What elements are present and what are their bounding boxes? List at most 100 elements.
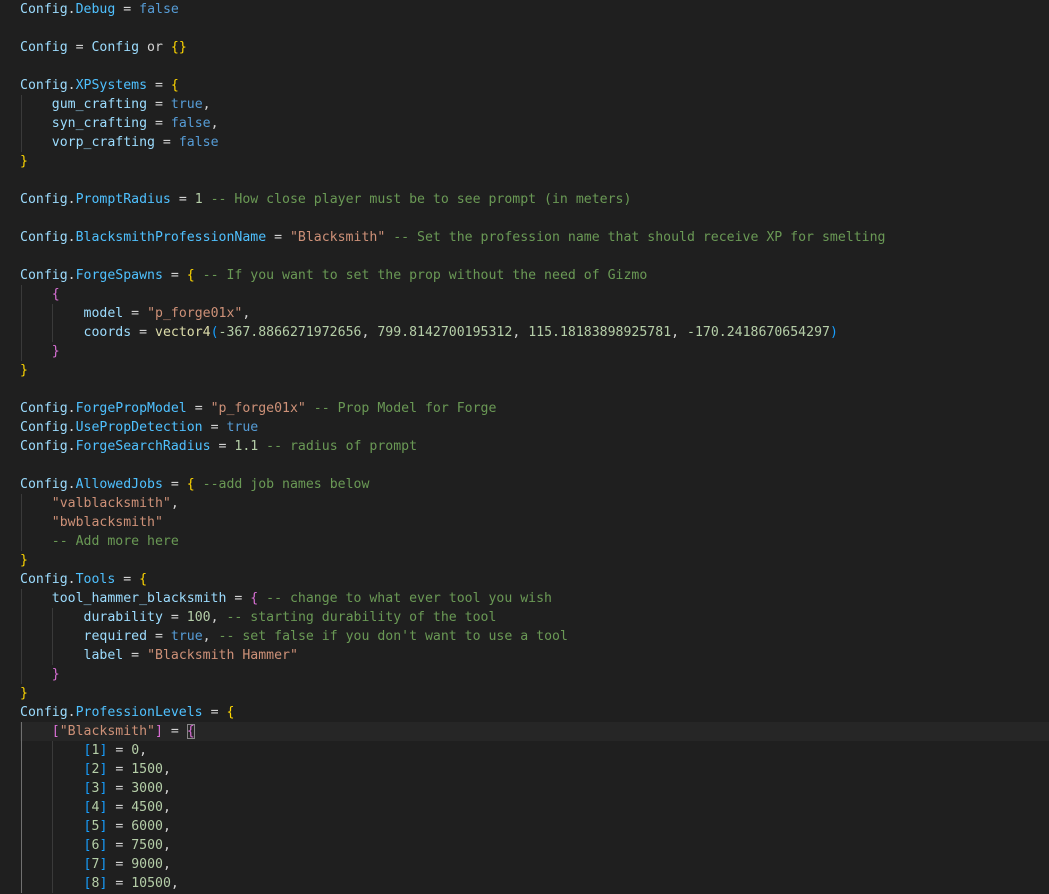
- indent-guide: [20, 836, 22, 855]
- code-line[interactable]: }: [20, 684, 1049, 703]
- code-token: .: [67, 230, 76, 245]
- code-token: ForgeSearchRadius: [75, 439, 211, 454]
- code-line[interactable]: }: [20, 152, 1049, 171]
- code-token: true: [170, 629, 203, 644]
- code-token: Config: [20, 705, 68, 720]
- code-token: ProfessionLevels: [75, 705, 203, 720]
- code-line[interactable]: [7] = 9000,: [20, 855, 1049, 874]
- code-line[interactable]: -- Add more here: [20, 532, 1049, 551]
- code-token: =: [154, 135, 179, 150]
- code-line[interactable]: Config.PromptRadius = 1 -- How close pla…: [20, 190, 1049, 209]
- code-token: =: [226, 591, 251, 606]
- indent-guide: [20, 95, 22, 114]
- code-token: "Blacksmith": [59, 724, 155, 739]
- indent-guide: [52, 855, 53, 874]
- code-area[interactable]: Config.Debug = false​Config = Config or …: [20, 0, 1049, 894]
- code-token: {: [170, 78, 179, 93]
- code-line[interactable]: gum_crafting = true,: [20, 95, 1049, 114]
- code-line[interactable]: [1] = 0,: [20, 741, 1049, 760]
- code-line[interactable]: required = true, -- set false if you don…: [20, 627, 1049, 646]
- code-token: Config: [20, 572, 68, 587]
- code-line[interactable]: Config.Debug = false: [20, 0, 1049, 19]
- code-token: Debug: [75, 2, 116, 17]
- code-line[interactable]: vorp_crafting = false: [20, 133, 1049, 152]
- code-token: =: [162, 610, 187, 625]
- code-line[interactable]: Config.Tools = {: [20, 570, 1049, 589]
- code-token: =: [147, 629, 171, 644]
- code-token: .: [67, 439, 76, 454]
- code-line[interactable]: label = "Blacksmith Hammer": [20, 646, 1049, 665]
- code-line[interactable]: ​: [20, 57, 1049, 76]
- code-token: Config: [20, 268, 68, 283]
- code-line[interactable]: Config.ForgePropModel = "p_forge01x" -- …: [20, 399, 1049, 418]
- code-token: ): [829, 325, 838, 340]
- code-token: =: [162, 268, 187, 283]
- indent-guide: [20, 304, 22, 323]
- code-line[interactable]: [8] = 10500,: [20, 874, 1049, 893]
- code-token: =: [115, 572, 140, 587]
- code-token: {: [139, 572, 148, 587]
- code-token: false: [170, 116, 211, 131]
- code-line[interactable]: [2] = 1500,: [20, 760, 1049, 779]
- code-token: ,: [162, 781, 171, 796]
- code-line[interactable]: Config.BlacksmithProfessionName = "Black…: [20, 228, 1049, 247]
- code-token: =: [107, 743, 132, 758]
- code-token: ,: [242, 306, 251, 321]
- code-line[interactable]: Config.AllowedJobs = { --add job names b…: [20, 475, 1049, 494]
- code-line[interactable]: }: [20, 551, 1049, 570]
- code-token: Config: [20, 230, 68, 245]
- code-token: XPSystems: [75, 78, 148, 93]
- code-token: =: [266, 230, 290, 245]
- code-line[interactable]: Config.UsePropDetection = true: [20, 418, 1049, 437]
- code-line[interactable]: ​: [20, 380, 1049, 399]
- code-token: Config: [20, 477, 68, 492]
- indentation: [20, 534, 52, 549]
- code-line[interactable]: Config.XPSystems = {: [20, 76, 1049, 95]
- code-line[interactable]: ​: [20, 171, 1049, 190]
- code-line[interactable]: Config = Config or {}: [20, 38, 1049, 57]
- code-token: BlacksmithProfessionName: [75, 230, 267, 245]
- code-line[interactable]: [5] = 6000,: [20, 817, 1049, 836]
- indentation: [20, 97, 52, 112]
- code-line[interactable]: [6] = 7500,: [20, 836, 1049, 855]
- code-token: =: [115, 2, 140, 17]
- code-token: 799.8142700195312: [377, 325, 513, 340]
- code-line[interactable]: {: [20, 285, 1049, 304]
- code-token: or: [139, 40, 171, 55]
- code-token: =: [123, 648, 148, 663]
- code-token: ,: [512, 325, 529, 340]
- code-line[interactable]: Config.ForgeSearchRadius = 1.1 -- radius…: [20, 437, 1049, 456]
- code-line[interactable]: "bwblacksmith": [20, 513, 1049, 532]
- code-line[interactable]: ​: [20, 19, 1049, 38]
- indent-guide: [52, 646, 53, 665]
- code-token: false: [178, 135, 219, 150]
- code-line[interactable]: [3] = 3000,: [20, 779, 1049, 798]
- code-line[interactable]: }: [20, 361, 1049, 380]
- code-line[interactable]: }: [20, 342, 1049, 361]
- code-line[interactable]: coords = vector4(-367.8866271972656, 799…: [20, 323, 1049, 342]
- code-token: =: [147, 78, 171, 93]
- code-token: -367.8866271972656: [218, 325, 362, 340]
- code-line[interactable]: ["Blacksmith"] = {: [20, 722, 1049, 741]
- code-line[interactable]: model = "p_forge01x",: [20, 304, 1049, 323]
- code-line[interactable]: [4] = 4500,: [20, 798, 1049, 817]
- code-token: }: [20, 363, 28, 378]
- code-token: Config: [91, 40, 140, 55]
- code-line[interactable]: ​: [20, 247, 1049, 266]
- code-line[interactable]: tool_hammer_blacksmith = { -- change to …: [20, 589, 1049, 608]
- code-token: =: [67, 40, 92, 55]
- code-token: true: [170, 97, 203, 112]
- code-token: =: [107, 781, 132, 796]
- code-token: {}: [170, 40, 187, 55]
- code-line[interactable]: syn_crafting = false,: [20, 114, 1049, 133]
- code-line[interactable]: ​: [20, 456, 1049, 475]
- code-editor[interactable]: Config.Debug = false​Config = Config or …: [0, 0, 1049, 894]
- code-token: =: [107, 876, 132, 891]
- code-token: ,: [202, 97, 211, 112]
- code-line[interactable]: durability = 100, -- starting durability…: [20, 608, 1049, 627]
- code-line[interactable]: Config.ProfessionLevels = {: [20, 703, 1049, 722]
- code-line[interactable]: Config.ForgeSpawns = { -- If you want to…: [20, 266, 1049, 285]
- code-line[interactable]: ​: [20, 209, 1049, 228]
- code-line[interactable]: }: [20, 665, 1049, 684]
- code-line[interactable]: "valblacksmith",: [20, 494, 1049, 513]
